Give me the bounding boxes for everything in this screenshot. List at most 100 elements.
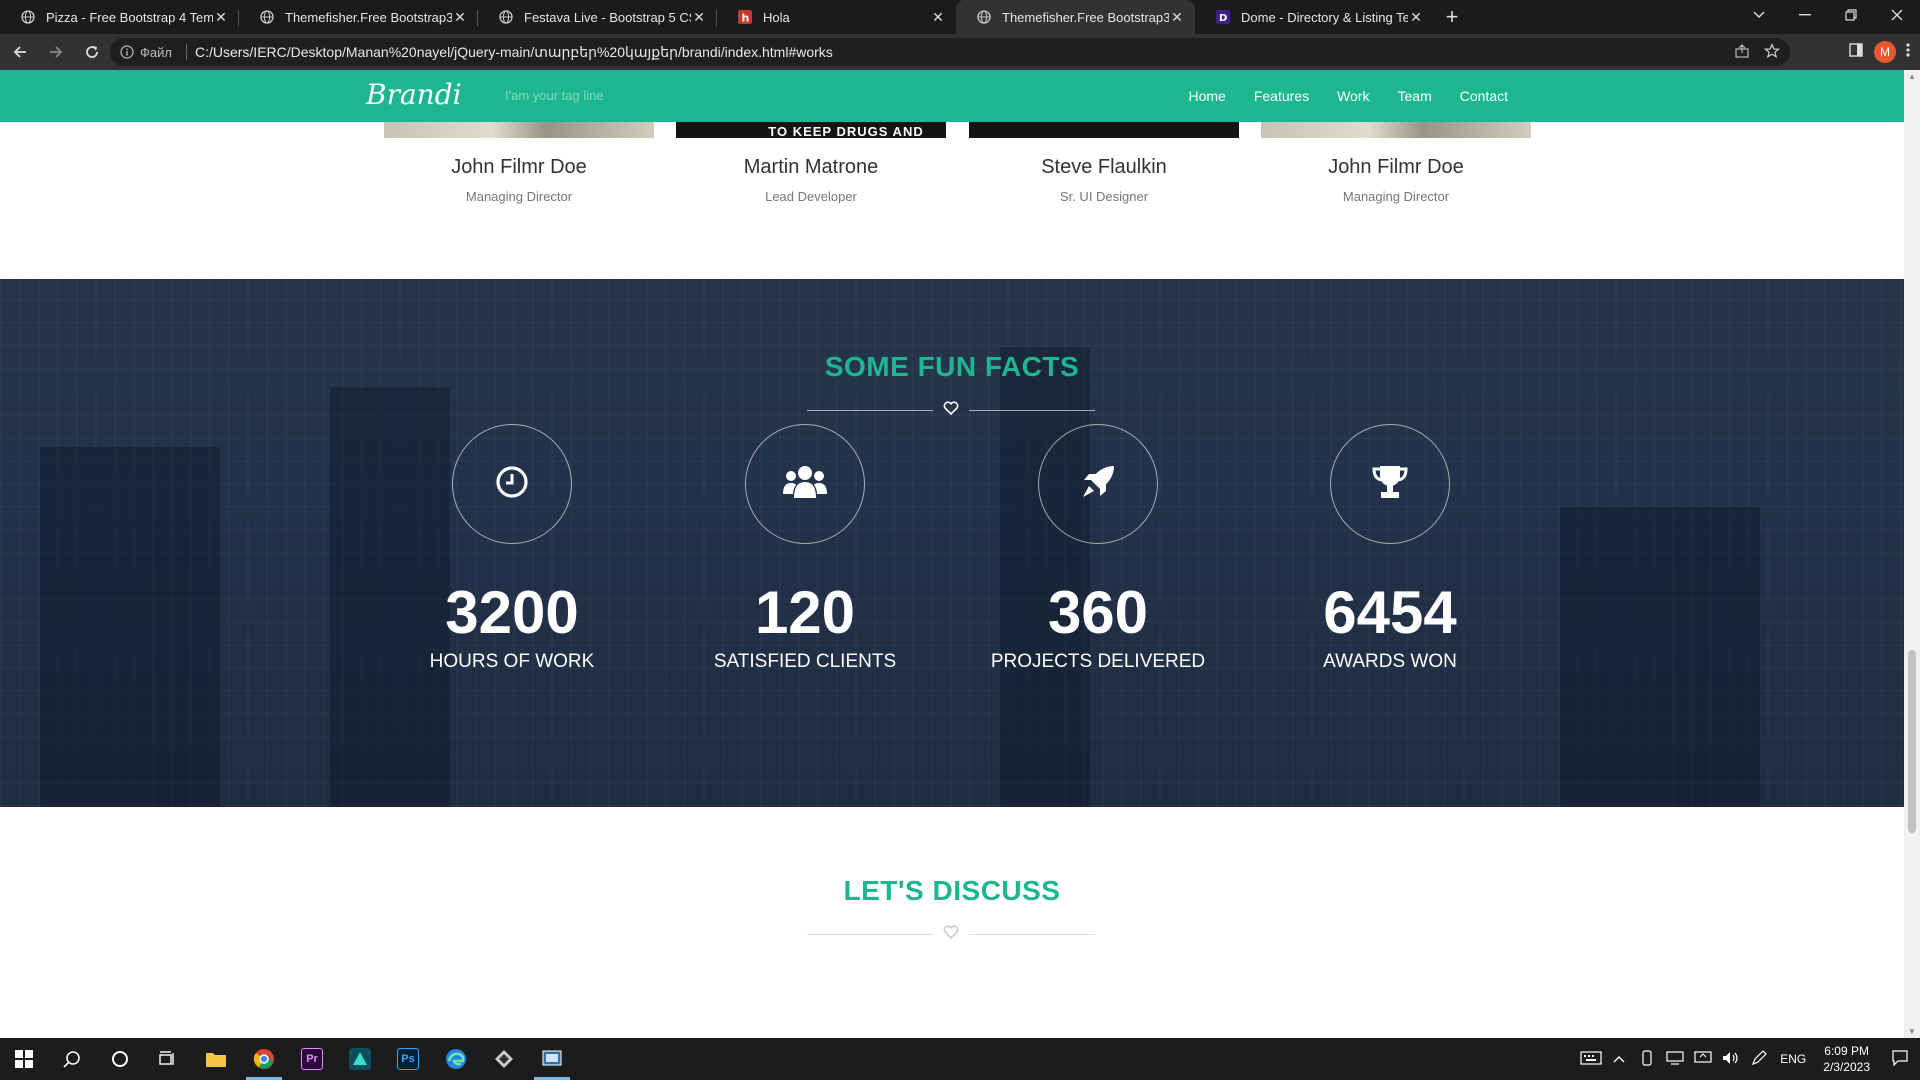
menu-item-contact[interactable]: Contact <box>1460 88 1508 104</box>
tab-title: Festava Live - Bootstrap 5 CSS Te <box>524 9 691 25</box>
share-icon[interactable] <box>1734 43 1750 62</box>
menu-item-home[interactable]: Home <box>1188 88 1225 104</box>
address-bar[interactable]: Файл C:/Users/IERC/Desktop/Manan%20nayel… <box>110 38 1790 66</box>
globe-icon <box>259 9 275 25</box>
premiere-icon[interactable]: Pr <box>288 1038 336 1080</box>
heart-icon <box>943 400 959 420</box>
keyboard-icon[interactable] <box>1577 1050 1605 1068</box>
toolbar-right: M <box>1848 34 1920 70</box>
close-icon[interactable]: ✕ <box>930 9 946 26</box>
member-name: John Filmr Doe <box>451 156 587 178</box>
close-icon[interactable]: ✕ <box>452 9 468 26</box>
clock-icon <box>495 465 529 504</box>
tab-title: Themefisher.Free Bootstrap3 bas <box>1002 9 1169 25</box>
menu-item-features[interactable]: Features <box>1254 88 1309 104</box>
tab-search-icon[interactable] <box>1736 0 1782 30</box>
main-menu: Home Features Work Team Contact <box>1188 70 1508 122</box>
divider-line <box>969 410 1095 411</box>
menu-item-work[interactable]: Work <box>1337 88 1369 104</box>
tab-title: Dome - Directory & Listing Temp <box>1241 9 1408 25</box>
scroll-up-icon[interactable]: ▲ <box>1908 72 1916 81</box>
pen-icon[interactable] <box>1745 1049 1773 1069</box>
address-url[interactable]: C:/Users/IERC/Desktop/Manan%20nayel/jQue… <box>195 44 833 61</box>
taskbar-clock[interactable]: 6:09 PM 2/3/2023 <box>1823 1043 1870 1075</box>
forward-icon[interactable] <box>40 36 72 68</box>
scrollbar-thumb[interactable] <box>1908 650 1916 833</box>
fact-stat: 3200 HOURS OF WORK <box>392 424 632 673</box>
new-tab-button[interactable]: + <box>1434 0 1470 34</box>
browser-tab[interactable]: D Dome - Directory & Listing Temp ✕ <box>1195 0 1434 34</box>
network-icon[interactable] <box>1661 1050 1689 1068</box>
side-panel-icon[interactable] <box>1848 42 1864 63</box>
member-name: Martin Matrone <box>743 156 879 178</box>
language-indicator[interactable]: ENG <box>1773 1052 1813 1066</box>
photoshop-icon[interactable]: Ps <box>384 1038 432 1080</box>
stat-icon-ring <box>745 424 865 544</box>
divider-line <box>969 934 1095 935</box>
back-icon[interactable] <box>4 36 36 68</box>
trophy-icon <box>1371 464 1409 505</box>
monitor-icon[interactable] <box>1689 1050 1717 1068</box>
member-photo <box>969 122 1239 138</box>
scroll-down-icon[interactable]: ▼ <box>1908 1027 1916 1036</box>
browser-toolbar: Файл C:/Users/IERC/Desktop/Manan%20nayel… <box>0 34 1920 70</box>
browser-tab[interactable]: Festava Live - Bootstrap 5 CSS Te ✕ <box>478 0 717 34</box>
address-actions <box>1734 42 1781 62</box>
browser-tab[interactable]: Themefisher.Free Bootstrap3 bas ✕ <box>239 0 478 34</box>
browser-tab[interactable]: h Hola ✕ <box>717 0 956 34</box>
minimize-icon[interactable] <box>1782 0 1828 30</box>
d-logo-icon: D <box>1215 9 1231 25</box>
reload-icon[interactable] <box>76 36 108 68</box>
page-viewport: Brandi I'am your tag line Home Features … <box>0 70 1904 1038</box>
app-window-icon[interactable] <box>528 1038 576 1080</box>
edge-icon[interactable] <box>432 1038 480 1080</box>
divider-line <box>807 934 933 935</box>
stat-value: 6454 <box>1323 579 1457 646</box>
divider-line <box>807 410 933 411</box>
team-member-card: TO KEEP DRUGS AND VIOLENCE Martin Matron… <box>676 122 946 204</box>
photo-caption: TO KEEP DRUGS AND VIOLENCE <box>768 124 924 138</box>
cortana-icon[interactable] <box>96 1038 144 1080</box>
stat-label: HOURS OF WORK <box>429 651 595 672</box>
profile-avatar[interactable]: M <box>1874 41 1896 63</box>
close-icon[interactable]: ✕ <box>691 9 707 26</box>
close-window-icon[interactable] <box>1874 0 1920 30</box>
close-icon[interactable]: ✕ <box>1408 9 1424 26</box>
app-diamond-icon[interactable] <box>480 1038 528 1080</box>
team-member-card: Steve Flaulkin Sr. UI Designer <box>969 122 1239 204</box>
search-icon[interactable] <box>48 1038 96 1080</box>
site-info-icon[interactable] <box>120 45 134 59</box>
page-scrollbar[interactable]: ▲ ▼ <box>1904 70 1920 1038</box>
menu-item-team[interactable]: Team <box>1398 88 1432 104</box>
bookmark-star-icon[interactable] <box>1763 42 1781 62</box>
notification-icon[interactable] <box>1880 1049 1920 1069</box>
site-logo[interactable]: Brandi <box>366 78 462 111</box>
rocket-icon <box>1080 464 1116 505</box>
file-explorer-icon[interactable] <box>192 1038 240 1080</box>
browser-tab[interactable]: Pizza - Free Bootstrap 4 Templat ✕ <box>0 0 239 34</box>
usb-device-icon[interactable] <box>1633 1049 1661 1069</box>
svg-text:h: h <box>742 12 750 25</box>
menu-kebab-icon[interactable] <box>1906 42 1910 63</box>
chevron-up-icon[interactable] <box>1605 1052 1633 1066</box>
window-controls <box>1736 0 1920 34</box>
close-icon[interactable]: ✕ <box>213 9 229 26</box>
tab-title: Hola <box>763 9 790 25</box>
volume-icon[interactable] <box>1717 1051 1745 1068</box>
team-section: John Filmr Doe Managing Director TO KEEP… <box>0 122 1904 279</box>
heart-icon <box>943 924 959 944</box>
close-icon[interactable]: ✕ <box>1169 9 1185 26</box>
browser-tab-active[interactable]: Themefisher.Free Bootstrap3 bas ✕ <box>956 0 1195 34</box>
member-role: Sr. UI Designer <box>1059 189 1149 204</box>
restore-icon[interactable] <box>1828 0 1874 30</box>
task-view-icon[interactable] <box>144 1038 192 1080</box>
chrome-icon[interactable] <box>240 1038 288 1080</box>
dreamweaver-icon[interactable] <box>336 1038 384 1080</box>
member-photo <box>1261 122 1531 138</box>
globe-icon <box>20 9 36 25</box>
windows-start-icon[interactable] <box>0 1038 48 1080</box>
stat-label: PROJECTS DELIVERED <box>990 651 1206 672</box>
svg-text:D: D <box>1219 13 1227 24</box>
member-role: Managing Director <box>1342 189 1450 204</box>
team-member-card: John Filmr Doe Managing Director <box>1261 122 1531 204</box>
